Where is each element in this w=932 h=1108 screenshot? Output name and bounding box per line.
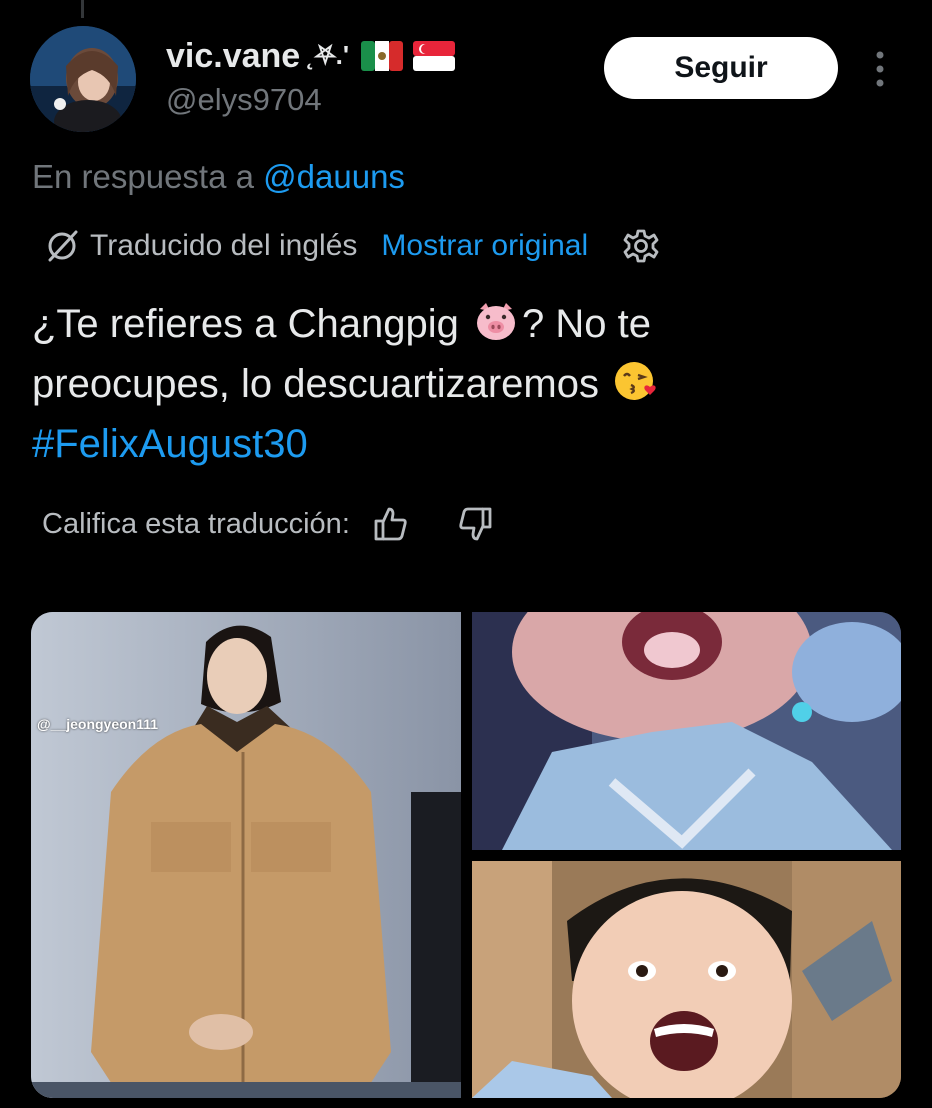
media-grid: @__jeongyeon111 (31, 612, 901, 1098)
tweet-text-part: preocupes, lo descuartizaremos (32, 362, 599, 406)
media-photo-2[interactable] (472, 612, 901, 850)
rate-translation-label: Califica esta traducción: (42, 507, 350, 540)
mexico-flag-icon (361, 41, 404, 71)
photo-woman-jacket (31, 612, 461, 1098)
more-options-button[interactable] (862, 44, 898, 94)
photo-watermark: @__jeongyeon111 (37, 716, 159, 732)
translate-globe-icon (48, 230, 78, 262)
translation-settings-button[interactable] (622, 227, 660, 265)
kiss-emoji-icon (615, 362, 656, 400)
name-decoration: ˛⛧.' (306, 40, 350, 70)
media-photo-3[interactable] (472, 861, 901, 1098)
thumbs-down-button[interactable] (456, 505, 494, 543)
hashtag-link[interactable]: #FelixAugust30 (32, 422, 308, 466)
photo-screaming-closeup (472, 612, 901, 850)
thread-connector-line (81, 0, 84, 18)
tweet-line-2: preocupes, lo descuartizaremos (32, 354, 912, 414)
gear-icon (623, 229, 659, 263)
thumbs-up-icon (374, 507, 407, 541)
display-name[interactable]: vic.vane (166, 37, 300, 76)
tweet-text-part: ? No te (522, 302, 651, 346)
rate-translation-row: Califica esta traducción: (42, 500, 494, 548)
reply-prefix: En respuesta a (32, 158, 254, 195)
thumbs-up-button[interactable] (372, 505, 410, 543)
user-handle[interactable]: @elys9704 (166, 82, 322, 118)
avatar[interactable] (30, 26, 136, 132)
thumbs-down-icon (459, 507, 492, 541)
show-original-link[interactable]: Mostrar original (381, 229, 588, 263)
reply-context: En respuesta a @dauuns (32, 158, 405, 196)
more-vertical-icon (876, 51, 884, 87)
avatar-image (30, 26, 136, 132)
reply-mention-link[interactable]: @dauuns (263, 158, 405, 195)
translation-bar: Traducido del inglés Mostrar original (44, 224, 660, 268)
tweet-line-1: ¿Te refieres a Changpig ? No te (32, 294, 912, 354)
media-photo-1[interactable]: @__jeongyeon111 (31, 612, 461, 1098)
photo-screaming-man (472, 861, 901, 1098)
display-name-row[interactable]: vic.vane ˛⛧.' (166, 34, 456, 78)
tweet-text-part: ¿Te refieres a Changpig (32, 302, 459, 346)
follow-button[interactable]: Seguir (604, 37, 838, 99)
singapore-flag-icon (413, 41, 456, 71)
tweet-text: ¿Te refieres a Changpig ? No te preocupe… (32, 294, 912, 474)
tweet-line-3: #FelixAugust30 (32, 414, 912, 474)
translated-from-label: Traducido del inglés (90, 229, 358, 262)
pig-face-emoji-icon (477, 303, 516, 340)
